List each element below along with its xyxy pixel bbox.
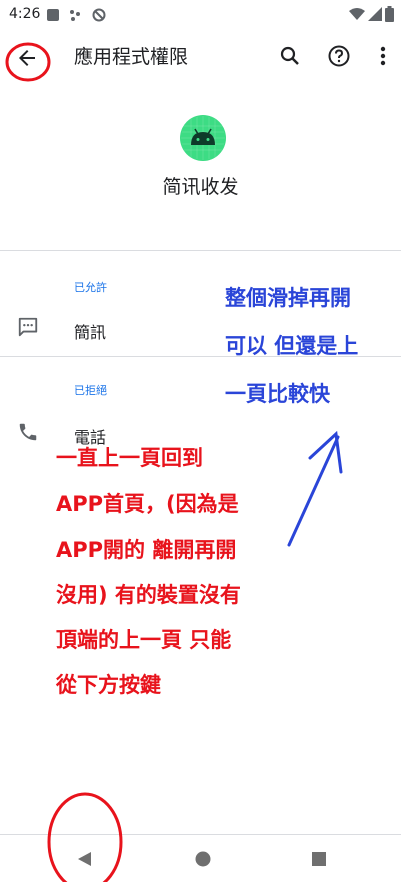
allowed-section-header: 已允許 <box>74 281 107 294</box>
dots-icon <box>70 10 80 21</box>
annotation-line: 一直上一頁回到 <box>56 446 203 470</box>
page-title: 應用程式權限 <box>74 46 189 68</box>
annotation-line: 整個滑掉再開 <box>225 286 351 310</box>
sms-icon <box>18 317 38 337</box>
permission-label: 簡訊 <box>74 323 107 342</box>
more-vert-icon[interactable] <box>373 44 393 68</box>
nav-recents-icon[interactable] <box>311 851 327 867</box>
android-icon <box>180 115 226 161</box>
annotation-line: 從下方按鍵 <box>56 673 161 697</box>
nav-home-icon[interactable] <box>194 850 212 868</box>
toolbar <box>0 30 401 86</box>
help-icon[interactable] <box>327 44 351 68</box>
wifi-icon <box>349 8 365 20</box>
permission-label: 電話 <box>74 428 107 447</box>
annotation-line: 沒用) 有的裝置沒有 <box>56 583 241 607</box>
phone-icon <box>19 423 37 441</box>
denied-section-header: 已拒絕 <box>74 384 107 397</box>
battery-icon <box>385 6 394 22</box>
divider <box>0 834 401 835</box>
annotation-line: 頂端的上一頁 只能 <box>56 628 232 652</box>
navigation-bar <box>0 834 401 882</box>
nav-back-icon[interactable] <box>75 850 93 868</box>
media-icon <box>47 9 59 21</box>
divider <box>0 250 401 251</box>
annotation-line: APP開的 離開再開 <box>56 538 237 562</box>
status-time: 4:26 <box>9 6 41 22</box>
signal-icon <box>368 7 382 21</box>
arrow-back-icon[interactable] <box>15 46 39 70</box>
annotation-line: APP首頁，(因為是 <box>56 492 239 516</box>
circle-slash-icon <box>92 8 106 22</box>
search-icon[interactable] <box>278 44 302 68</box>
annotation-line: 可以 但還是上 <box>225 334 359 358</box>
app-name: 简讯收发 <box>162 176 239 198</box>
annotation-line: 一頁比較快 <box>225 382 330 406</box>
status-bar: 4:26 <box>0 0 401 30</box>
